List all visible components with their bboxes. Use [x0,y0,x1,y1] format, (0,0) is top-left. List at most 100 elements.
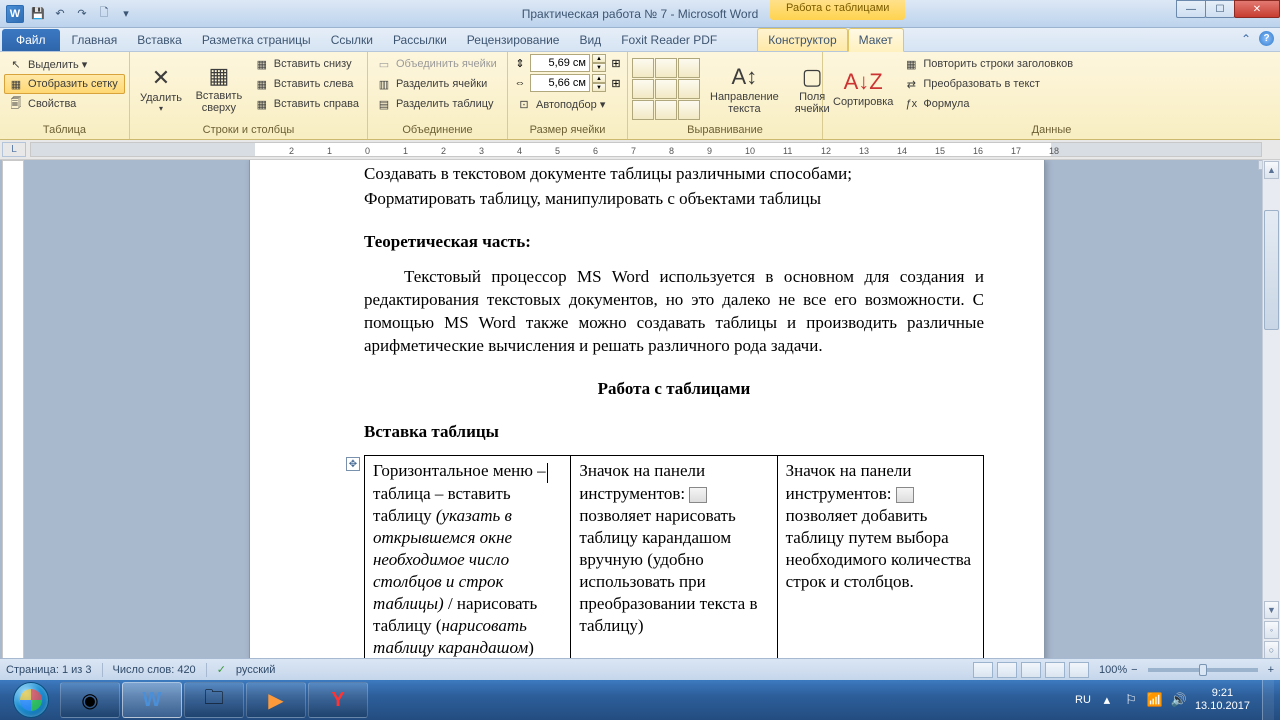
align-mr[interactable] [678,79,700,99]
draft-view[interactable] [1069,662,1089,678]
align-ml[interactable] [632,79,654,99]
fullscreen-view[interactable] [997,662,1017,678]
scroll-up-icon[interactable]: ▲ [1264,161,1279,179]
start-button[interactable] [4,681,58,719]
row-height-input[interactable]: 5,69 см [530,54,590,72]
tab-insert[interactable]: Вставка [127,29,192,51]
tab-page-layout[interactable]: Разметка страницы [192,29,321,51]
tray-clock[interactable]: 9:2113.10.2017 [1195,687,1250,713]
taskbar-yandex[interactable]: Y [308,682,368,718]
merge-icon: ▭ [376,56,392,72]
table-cell-3[interactable]: Значок на панели инструментов: позволяет… [777,456,983,664]
redo-icon[interactable]: ↷ [74,6,90,22]
convert-text-button[interactable]: ⇄Преобразовать в текст [899,74,1077,94]
close-button[interactable]: ✕ [1234,0,1280,18]
align-tr[interactable] [678,58,700,78]
align-bl[interactable] [632,100,654,120]
qat-more-icon[interactable]: ▾ [118,6,134,22]
tray-hidden-icons[interactable]: ▴ [1099,692,1115,708]
insert-right-button[interactable]: ▦Вставить справа [250,94,363,114]
table-cell-2[interactable]: Значок на панели инструментов: позволяет… [571,456,777,664]
taskbar: ◉ W 🗀 ▶ Y RU ▴ ⚐ 📶 🔊 9:2113.10.2017 [0,680,1280,720]
tab-references[interactable]: Ссылки [321,29,383,51]
split-cells-button[interactable]: ▥Разделить ячейки [372,74,501,94]
tab-file[interactable]: Файл [2,29,60,51]
volume-icon[interactable]: 🔊 [1171,692,1187,708]
document-table[interactable]: Горизонтальное меню – таблица – вставить… [364,455,984,664]
proofing-icon[interactable]: ✓ [217,663,226,676]
outline-view[interactable] [1045,662,1065,678]
autofit-button[interactable]: ⊡Автоподбор ▾ [512,94,624,114]
insert-above-button[interactable]: ▦Вставить сверху [188,54,250,122]
minimize-button[interactable]: — [1176,0,1206,18]
width-up[interactable]: ▲ [592,74,606,83]
col-width-input[interactable]: 5,66 см [530,74,590,92]
vertical-ruler[interactable] [2,160,24,680]
distribute-rows-icon[interactable]: ⊞ [608,55,624,71]
height-up[interactable]: ▲ [592,54,606,63]
maximize-button[interactable]: ☐ [1205,0,1235,18]
align-mc[interactable] [655,79,677,99]
zoom-out-button[interactable]: − [1131,664,1137,676]
status-language[interactable]: русский [236,664,275,676]
align-tc[interactable] [655,58,677,78]
insert-left-button[interactable]: ▦Вставить слева [250,74,363,94]
tab-view[interactable]: Вид [569,29,611,51]
taskbar-media[interactable]: ▶ [246,682,306,718]
align-br[interactable] [678,100,700,120]
table-move-handle[interactable]: ✥ [346,457,360,471]
document-page[interactable]: Создавать в текстовом документе таблицы … [249,160,1045,680]
sort-button[interactable]: A↓ZСортировка [827,54,899,122]
help-icon[interactable]: ? [1259,31,1274,46]
align-bc[interactable] [655,100,677,120]
status-words[interactable]: Число слов: 420 [113,664,196,676]
flag-icon[interactable]: ⚐ [1123,692,1139,708]
align-tl[interactable] [632,58,654,78]
formula-button[interactable]: ƒxФормула [899,94,1077,114]
select-button[interactable]: ↖Выделить ▾ [4,54,125,74]
vertical-scrollbar[interactable]: ▲ ▼ ◦ ○ ◦ [1262,160,1280,680]
web-layout-view[interactable] [1021,662,1041,678]
zoom-slider[interactable] [1148,668,1258,672]
table-cell-1[interactable]: Горизонтальное меню – таблица – вставить… [365,456,571,664]
tab-review[interactable]: Рецензирование [457,29,570,51]
width-down[interactable]: ▼ [592,83,606,92]
text-direction-button[interactable]: A↕Направление текста [704,55,785,123]
taskbar-word[interactable]: W [122,682,182,718]
delete-button[interactable]: ✕Удалить▾ [134,54,188,122]
taskbar-explorer[interactable]: 🗀 [184,682,244,718]
show-desktop-button[interactable] [1262,680,1274,720]
split-table-button[interactable]: ▤Разделить таблицу [372,94,501,114]
taskbar-chrome[interactable]: ◉ [60,682,120,718]
status-page[interactable]: Страница: 1 из 3 [6,664,92,676]
alignment-grid[interactable] [632,58,700,120]
tray-language[interactable]: RU [1075,694,1091,706]
word-app-icon[interactable]: W [6,5,24,23]
horizontal-ruler[interactable]: 210123456789101112131415161718 [30,142,1262,157]
minimize-ribbon-icon[interactable]: ⌃ [1241,32,1251,46]
save-icon[interactable]: 💾 [30,6,46,22]
tab-home[interactable]: Главная [62,29,128,51]
height-down[interactable]: ▼ [592,63,606,72]
zoom-in-button[interactable]: + [1268,664,1274,676]
print-layout-view[interactable] [973,662,993,678]
properties-button[interactable]: 🗐Свойства [4,94,125,114]
tab-selector[interactable]: L [2,142,26,157]
zoom-level[interactable]: 100% [1099,664,1127,676]
undo-icon[interactable]: ↶ [52,6,68,22]
scroll-down-icon[interactable]: ▼ [1264,601,1279,619]
new-doc-icon[interactable]: 🗋 [96,6,112,22]
tab-mailings[interactable]: Рассылки [383,29,457,51]
distribute-cols-icon[interactable]: ⊞ [608,75,624,91]
view-gridlines-button[interactable]: ▦Отобразить сетку [4,74,125,94]
network-icon[interactable]: 📶 [1147,692,1163,708]
repeat-header-button[interactable]: ▦Повторить строки заголовков [899,54,1077,74]
tab-table-layout[interactable]: Макет [848,28,904,52]
tab-table-design[interactable]: Конструктор [757,28,847,51]
tab-foxit[interactable]: Foxit Reader PDF [611,29,727,51]
prev-page-icon[interactable]: ◦ [1264,621,1279,639]
insert-below-button[interactable]: ▦Вставить снизу [250,54,363,74]
scroll-thumb[interactable] [1264,210,1279,330]
browse-object-icon[interactable]: ○ [1264,641,1279,659]
convert-icon: ⇄ [903,76,919,92]
